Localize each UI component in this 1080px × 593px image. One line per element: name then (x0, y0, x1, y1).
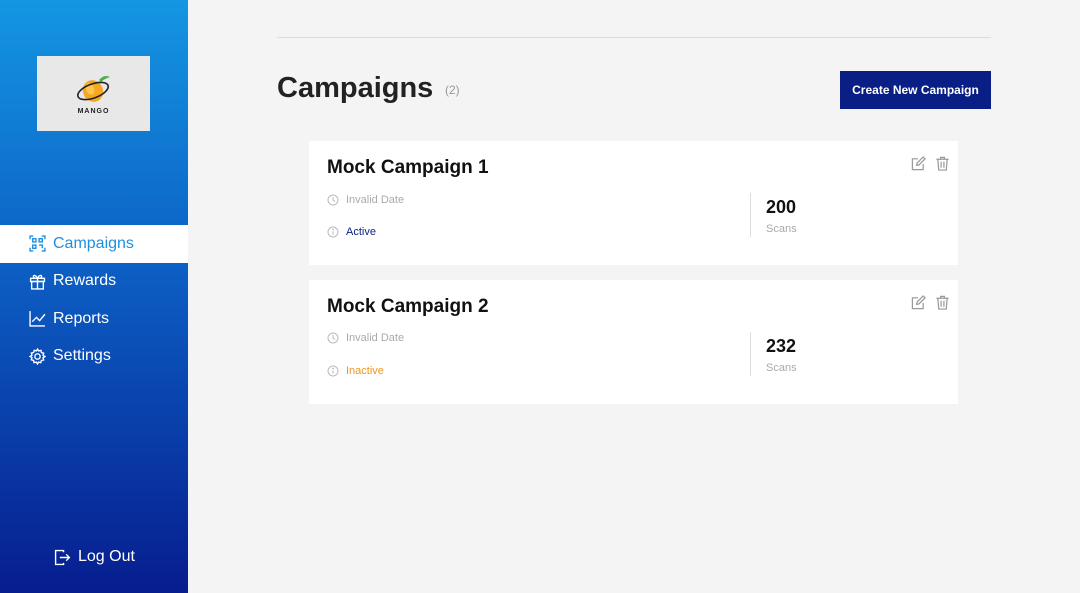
card-divider (750, 193, 751, 237)
campaign-card[interactable]: Mock Campaign 1 Invalid Date Active 200 … (309, 141, 958, 265)
logout-icon (54, 549, 71, 566)
campaign-date: Invalid Date (346, 194, 405, 206)
info-icon (327, 365, 339, 377)
mango-logo-icon (76, 76, 110, 102)
info-icon (327, 226, 339, 238)
edit-icon[interactable] (911, 295, 926, 310)
campaign-status-row: Active (327, 226, 376, 238)
logout-label: Log Out (78, 548, 135, 565)
campaign-name: Mock Campaign 1 (327, 157, 489, 178)
line-chart-icon (29, 310, 46, 327)
delete-icon[interactable] (935, 295, 950, 310)
scans-count: 232 (766, 336, 797, 356)
delete-icon[interactable] (935, 156, 950, 171)
page-title: Campaigns (277, 72, 434, 104)
status-badge: Active (346, 226, 376, 238)
sidebar: MANGO Campaigns Rewards Reports Settings… (0, 0, 188, 593)
card-divider (750, 332, 751, 376)
edit-icon[interactable] (911, 156, 926, 171)
sidebar-item-reports[interactable]: Reports (0, 300, 188, 338)
sidebar-item-label: Settings (53, 347, 111, 365)
sidebar-item-label: Rewards (53, 272, 117, 290)
sidebar-item-label: Campaigns (53, 234, 134, 252)
campaign-date-row: Invalid Date (327, 194, 404, 206)
create-campaign-button[interactable]: Create New Campaign (840, 71, 991, 109)
sidebar-item-label: Reports (53, 309, 110, 327)
campaign-card[interactable]: Mock Campaign 2 Invalid Date Inactive 23… (309, 280, 958, 404)
app-window: MANGO Campaigns Rewards Reports Settings… (0, 0, 1080, 593)
brand-logo[interactable]: MANGO (37, 56, 150, 131)
gear-icon (29, 347, 46, 365)
sidebar-item-rewards[interactable]: Rewards (0, 263, 188, 301)
header-divider (277, 37, 991, 38)
qr-code-icon (29, 235, 46, 252)
status-badge: Inactive (346, 365, 384, 377)
sidebar-nav: Campaigns Rewards Reports Settings (0, 225, 188, 375)
logo-text: MANGO (77, 108, 110, 115)
clock-icon (327, 332, 339, 344)
sidebar-item-campaigns[interactable]: Campaigns (0, 225, 188, 263)
card-actions (911, 295, 950, 310)
campaign-date-row: Invalid Date (327, 332, 404, 344)
clock-icon (327, 194, 339, 206)
logout-button[interactable]: Log Out (54, 548, 135, 566)
card-actions (911, 156, 950, 171)
scans-label: Scans (766, 362, 797, 374)
campaign-count: (2) (445, 83, 460, 97)
campaign-status-row: Inactive (327, 365, 384, 377)
scans-label: Scans (766, 223, 797, 235)
sidebar-item-settings[interactable]: Settings (0, 338, 188, 376)
campaign-date: Invalid Date (346, 332, 405, 344)
campaign-name: Mock Campaign 2 (327, 296, 489, 317)
scans-count: 200 (766, 197, 797, 217)
gift-icon (29, 273, 46, 290)
